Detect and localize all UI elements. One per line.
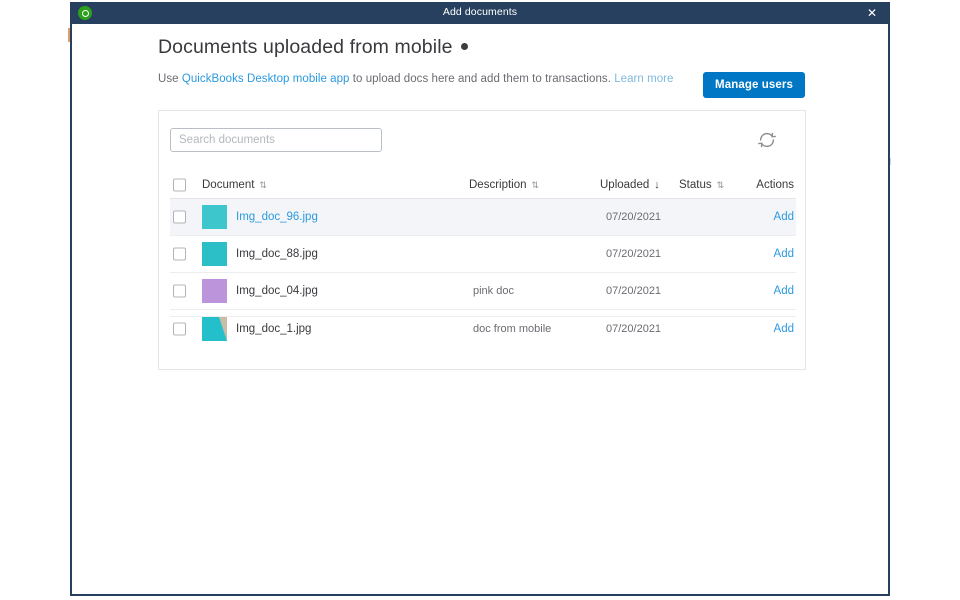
column-header-description[interactable]: Description ⇅ (469, 178, 539, 191)
add-documents-window: Documents uploaded from mobile Use Quick… (70, 2, 890, 596)
refresh-icon[interactable] (757, 131, 777, 151)
subtitle-prefix: Use (158, 73, 182, 85)
column-header-description-label: Description (469, 178, 527, 191)
column-header-document[interactable]: Document ⇅ (202, 178, 267, 191)
window-titlebar[interactable]: Add documents ✕ (70, 2, 890, 24)
documents-table: Document ⇅ Description ⇅ Uploaded ↓ Status ⇅ (170, 171, 796, 347)
search-input[interactable] (170, 128, 382, 152)
table-row[interactable]: Img_doc_88.jpg 07/20/2021 Add (170, 236, 796, 273)
page-title: Documents uploaded from mobile (158, 36, 468, 59)
column-header-status[interactable]: Status ⇅ (679, 178, 724, 191)
row-checkbox[interactable] (173, 322, 186, 335)
add-document-link[interactable]: Add (774, 323, 794, 335)
column-header-document-label: Document (202, 178, 255, 191)
document-description: pink doc (473, 285, 514, 297)
document-thumbnail (202, 316, 227, 341)
close-icon[interactable]: ✕ (864, 5, 880, 21)
document-name[interactable]: Img_doc_1.jpg (236, 323, 311, 335)
page-title-text: Documents uploaded from mobile (158, 36, 453, 58)
document-name[interactable]: Img_doc_88.jpg (236, 248, 318, 260)
table-bottom-divider (170, 316, 796, 317)
document-name[interactable]: Img_doc_04.jpg (236, 285, 318, 297)
documents-card: Document ⇅ Description ⇅ Uploaded ↓ Status ⇅ (158, 110, 806, 370)
subtitle-middle: to upload docs here and add them to tran… (349, 73, 615, 85)
document-thumbnail (202, 242, 227, 266)
window-title: Add documents (442, 6, 518, 18)
window-content: Documents uploaded from mobile Use Quick… (72, 24, 888, 594)
learn-more-link[interactable]: Learn more (614, 73, 673, 85)
add-document-link[interactable]: Add (774, 248, 794, 260)
column-header-uploaded[interactable]: Uploaded ↓ (600, 179, 660, 191)
document-description: doc from mobile (473, 322, 552, 335)
column-header-status-label: Status (679, 178, 712, 191)
column-header-actions: Actions (756, 179, 794, 191)
quickbooks-mobile-app-link[interactable]: QuickBooks Desktop mobile app (182, 73, 350, 85)
sort-icon-document[interactable]: ⇅ (259, 180, 266, 191)
column-header-uploaded-label: Uploaded (600, 178, 650, 191)
row-checkbox[interactable] (173, 284, 186, 298)
select-all-checkbox[interactable] (173, 178, 186, 191)
row-checkbox[interactable] (173, 210, 186, 224)
document-uploaded-date: 07/20/2021 (606, 248, 662, 260)
sort-icon-uploaded-desc[interactable]: ↓ (654, 179, 660, 191)
column-header-actions-label: Actions (756, 178, 794, 191)
document-thumbnail (202, 205, 227, 229)
manage-users-button[interactable]: Manage users (703, 72, 805, 98)
sort-icon-status[interactable]: ⇅ (717, 180, 724, 191)
add-document-link[interactable]: Add (774, 285, 794, 297)
table-header-row: Document ⇅ Description ⇅ Uploaded ↓ Status ⇅ (170, 171, 796, 199)
sort-icon-description[interactable]: ⇅ (532, 180, 539, 191)
document-uploaded-date: 07/20/2021 (606, 322, 662, 335)
document-uploaded-date: 07/20/2021 (606, 285, 662, 297)
table-row[interactable]: Img_doc_04.jpg pink doc 07/20/2021 Add (170, 273, 796, 310)
document-uploaded-date: 07/20/2021 (606, 211, 662, 223)
desktop-backdrop: Documents uploaded from mobile Use Quick… (0, 0, 960, 600)
document-name-link[interactable]: Img_doc_96.jpg (236, 211, 318, 223)
table-row[interactable]: Img_doc_96.jpg 07/20/2021 Add (170, 199, 796, 236)
add-document-link[interactable]: Add (774, 211, 794, 223)
page-subtitle: Use QuickBooks Desktop mobile app to upl… (158, 73, 674, 85)
document-thumbnail (202, 279, 227, 303)
info-dot-icon[interactable] (460, 43, 468, 51)
row-checkbox[interactable] (173, 247, 186, 261)
